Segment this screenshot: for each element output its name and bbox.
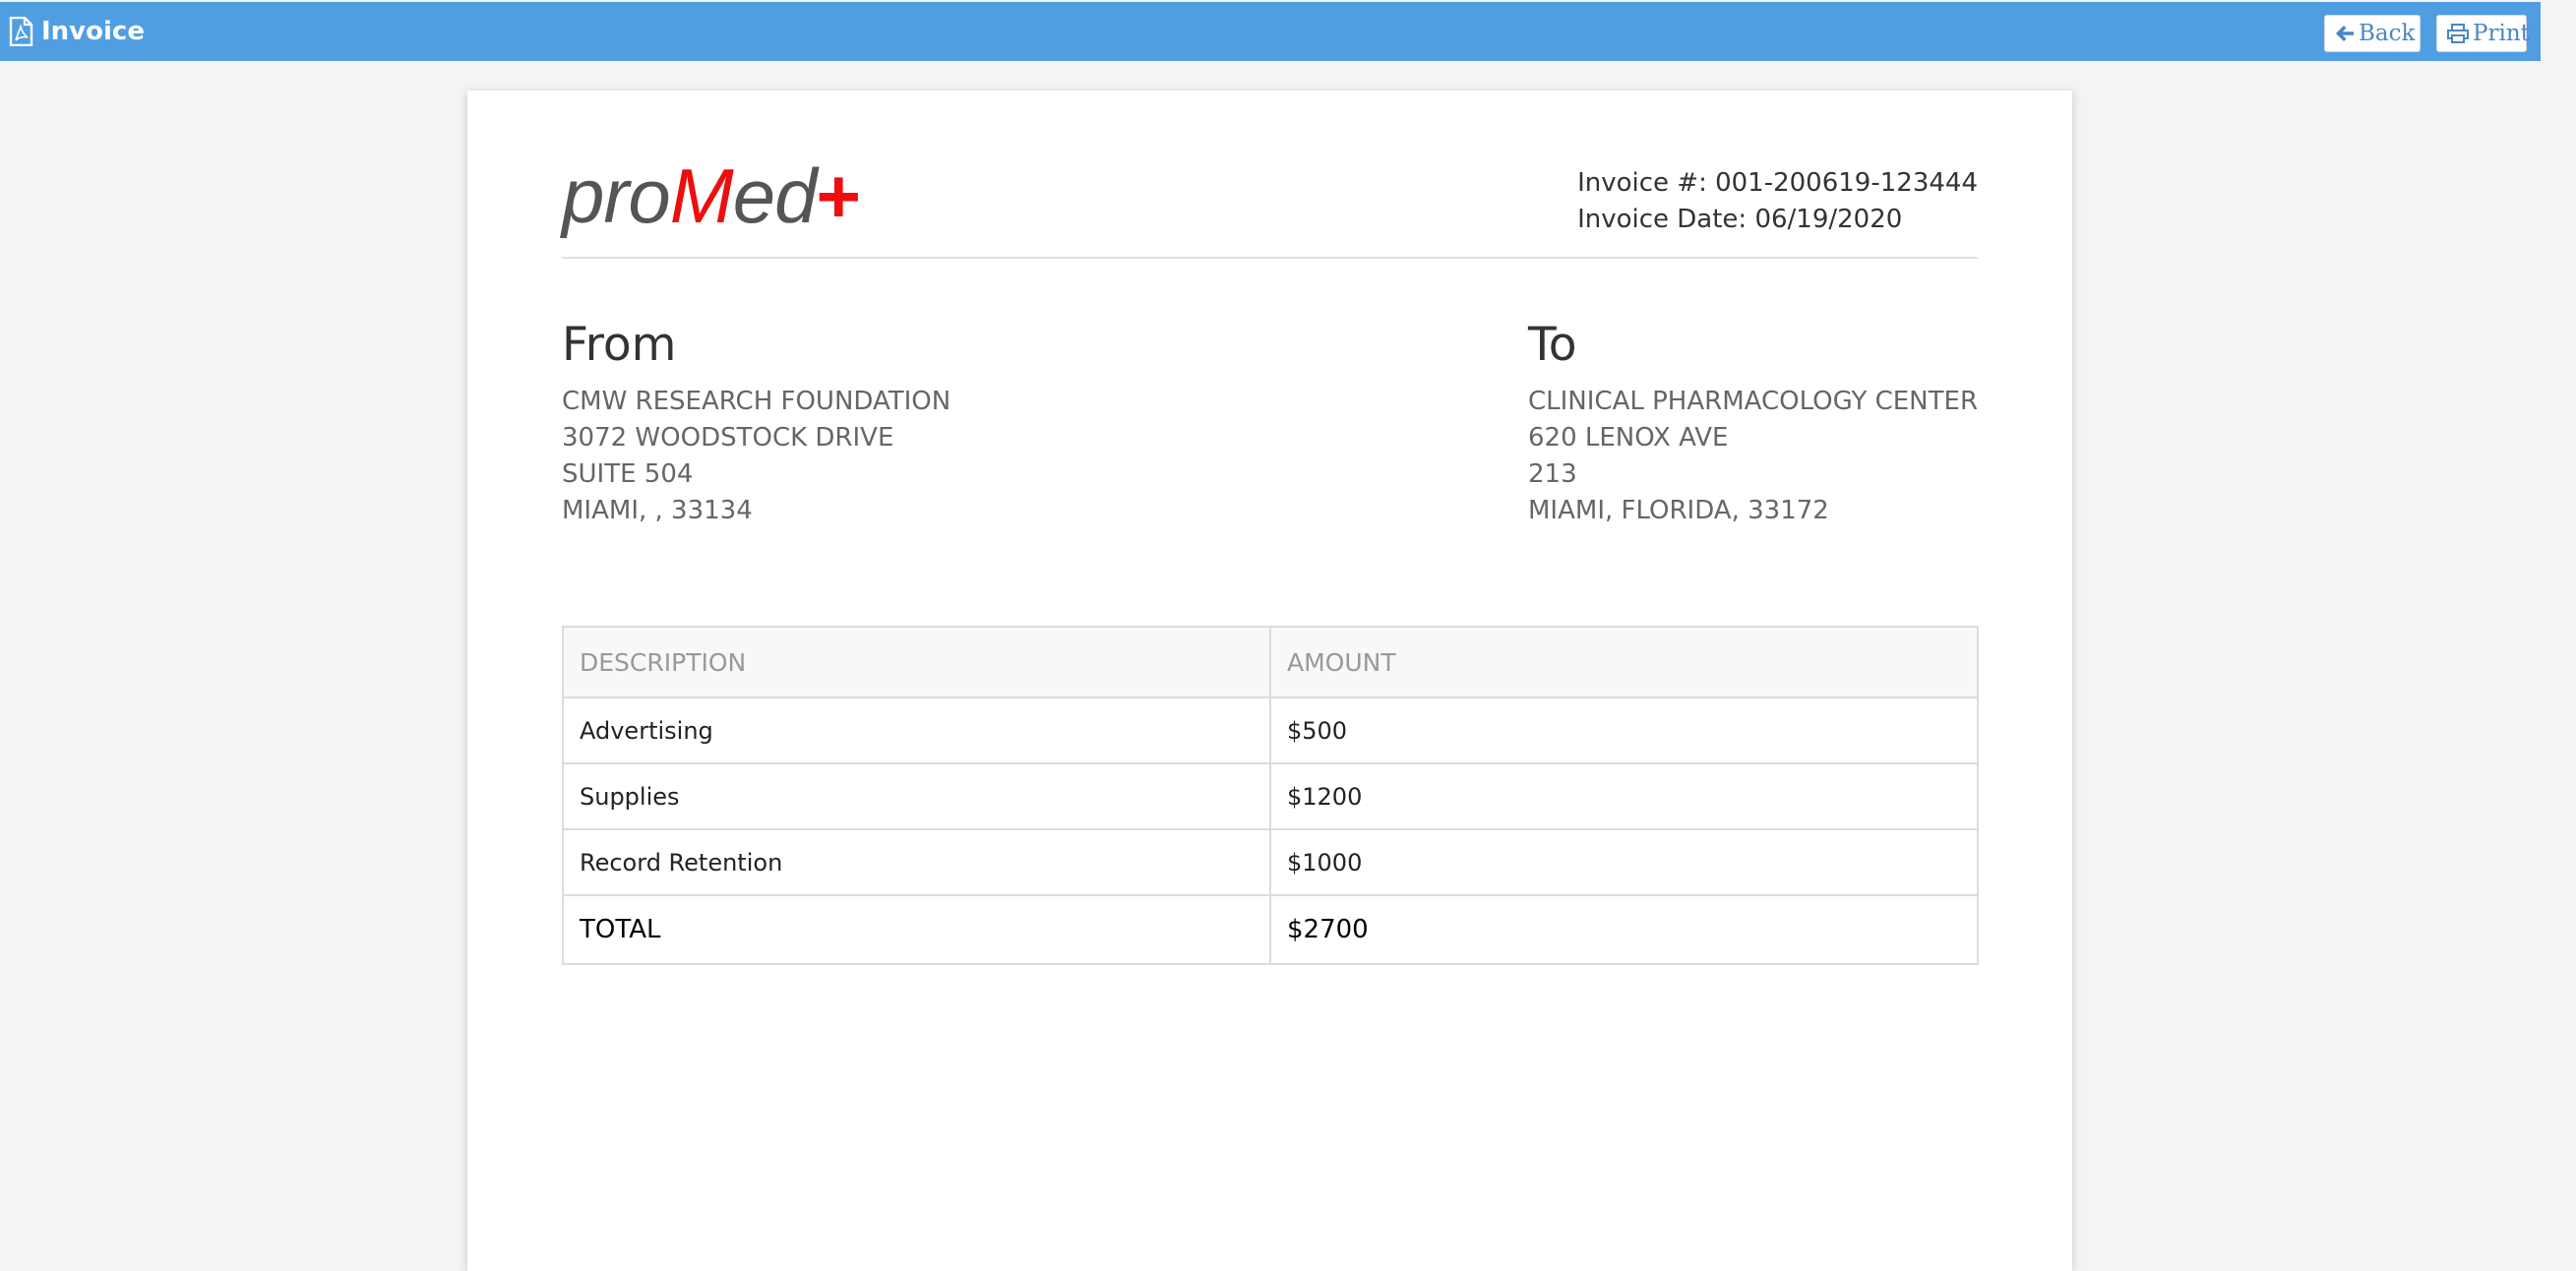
column-header-description: DESCRIPTION <box>562 626 1271 698</box>
arrow-left-icon <box>2335 25 2355 42</box>
from-line: SUITE 504 <box>562 459 694 489</box>
to-line: 620 LENOX AVE <box>1528 423 1729 453</box>
to-line: 213 <box>1528 459 1577 489</box>
from-heading: From <box>562 318 677 372</box>
page-title-text: Invoice <box>41 17 145 46</box>
column-header-amount: AMOUNT <box>1269 626 1979 698</box>
logo-part-ed: ed <box>732 152 818 239</box>
printer-icon <box>2447 24 2469 43</box>
table-header-row: DESCRIPTION AMOUNT <box>562 626 1979 698</box>
to-line: CLINICAL PHARMACOLOGY CENTER <box>1528 387 1979 416</box>
total-row: TOTAL $2700 <box>562 894 1979 965</box>
page-title: Invoice <box>8 2 145 61</box>
from-line: MIAMI, , 33134 <box>562 496 753 525</box>
back-button-label: Back <box>2359 21 2416 46</box>
from-line: 3072 WOODSTOCK DRIVE <box>562 423 894 453</box>
app-header: Invoice Back Print <box>0 2 2541 61</box>
item-amount: $1200 <box>1269 762 1979 830</box>
invoice-date: Invoice Date: 06/19/2020 <box>1577 205 1903 234</box>
logo-part-m: M <box>669 152 734 239</box>
back-button[interactable]: Back <box>2324 15 2421 52</box>
invoice-items-table: DESCRIPTION AMOUNT Advertising $500 Supp… <box>562 626 1979 965</box>
item-description: Supplies <box>562 762 1271 830</box>
item-description: Advertising <box>562 696 1271 764</box>
header-divider <box>562 257 1978 259</box>
table-row: Advertising $500 <box>562 696 1979 764</box>
to-address: To CLINICAL PHARMACOLOGY CENTER 620 LENO… <box>1528 319 1978 529</box>
invoice-meta: Invoice #: 001-200619-123444 Invoice Dat… <box>1577 165 1978 238</box>
from-line: CMW RESEARCH FOUNDATION <box>562 387 951 416</box>
item-amount: $500 <box>1269 696 1979 764</box>
to-heading: To <box>1528 318 1577 372</box>
item-description: Record Retention <box>562 828 1271 896</box>
to-line: MIAMI, FLORIDA, 33172 <box>1528 496 1829 525</box>
print-button-label: Print <box>2473 21 2530 46</box>
invoice-number: Invoice #: 001-200619-123444 <box>1577 168 1978 198</box>
total-amount: $2700 <box>1269 894 1979 965</box>
logo-part-plus: + <box>816 152 861 239</box>
pdf-file-icon <box>8 16 33 47</box>
print-button[interactable]: Print <box>2436 15 2530 52</box>
from-address: From CMW RESEARCH FOUNDATION 3072 WOODST… <box>562 319 951 529</box>
invoice-sheet: proMed+ Invoice #: 001-200619-123444 Inv… <box>467 91 2072 1271</box>
company-logo: proMed+ <box>562 157 861 234</box>
table-row: Record Retention $1000 <box>562 828 1979 896</box>
logo-part-pro: pro <box>562 152 671 239</box>
table-row: Supplies $1200 <box>562 762 1979 830</box>
item-amount: $1000 <box>1269 828 1979 896</box>
total-label: TOTAL <box>562 894 1271 965</box>
